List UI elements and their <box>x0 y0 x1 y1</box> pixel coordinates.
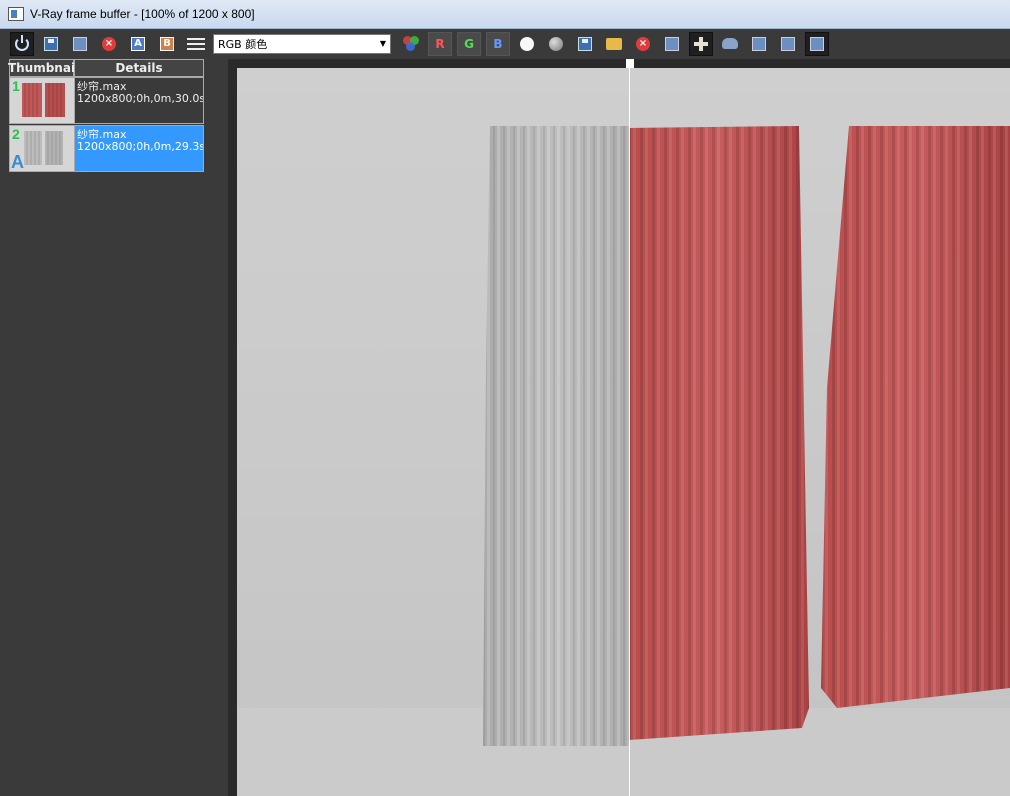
render-teapot-button[interactable] <box>718 32 742 56</box>
toolbar: × A B RGB 颜色 ▼ R G B × <box>0 29 1010 58</box>
red-x-icon: × <box>102 36 116 51</box>
history-details: 纱帘.max 1200x800;0h,0m,30.0s <box>75 78 203 123</box>
blue-channel-button[interactable]: B <box>486 31 510 56</box>
channel-select-value: RGB 颜色 <box>218 37 268 51</box>
power-icon <box>15 34 29 51</box>
curtain-render <box>237 68 1010 796</box>
load-image-button[interactable] <box>68 32 92 56</box>
letter-a-icon: A <box>131 36 145 51</box>
teapot-icon <box>722 38 738 49</box>
history-toggle-button[interactable] <box>805 31 829 56</box>
folder-icon <box>606 37 622 50</box>
save-disk-icon <box>44 36 58 51</box>
history-render-info: 1200x800;0h,0m,29.3s <box>77 140 203 153</box>
gray-sphere-icon <box>549 36 563 51</box>
duplicate-to-max-button[interactable] <box>660 32 684 56</box>
menu-lines-icon <box>187 37 205 50</box>
rendered-image[interactable] <box>237 68 1010 796</box>
history-render-info: 1200x800;0h,0m,30.0s <box>77 92 203 105</box>
load-image-icon <box>73 36 87 51</box>
history-row[interactable]: 2 A 纱帘.max 1200x800;0h,0m,29.3s <box>9 125 204 172</box>
history-thumbnail: 1 <box>10 78 75 123</box>
channel-select[interactable]: RGB 颜色 ▼ <box>213 33 391 54</box>
lens-effects-icon <box>752 36 766 51</box>
compare-a-marker: A <box>11 152 24 172</box>
ab-compare-divider[interactable] <box>629 68 630 796</box>
history-menu-button[interactable] <box>184 32 208 56</box>
render-history-panel: Thumbnai Details 1 纱帘.max 1200x800;0h,0m… <box>8 59 204 172</box>
red-x-icon: × <box>636 36 650 51</box>
lens-effects-button[interactable] <box>747 32 771 56</box>
thumbnail-column-header[interactable]: Thumbnai <box>8 59 75 77</box>
history-row[interactable]: 1 纱帘.max 1200x800;0h,0m,30.0s <box>9 77 204 124</box>
white-circle-icon <box>520 36 534 51</box>
history-index: 2 <box>12 126 20 142</box>
color-channels-button[interactable] <box>399 32 423 56</box>
save-all-button[interactable] <box>573 32 597 56</box>
vray-app-icon <box>8 7 24 21</box>
rgb-circles-icon <box>403 35 419 52</box>
set-b-button[interactable]: B <box>155 32 179 56</box>
history-thumbnail: 2 A <box>10 126 75 172</box>
compare-ab-button[interactable] <box>776 32 800 56</box>
dropdown-arrow-icon: ▼ <box>379 39 386 48</box>
history-icon <box>810 36 824 51</box>
set-a-button[interactable]: A <box>126 32 150 56</box>
green-channel-button[interactable]: G <box>457 31 481 56</box>
save-disk-icon <box>578 36 592 51</box>
ab-compare-icon <box>781 36 795 51</box>
remove-image-button[interactable]: × <box>97 32 121 56</box>
mono-mode-button[interactable] <box>544 32 568 56</box>
power-toggle-button[interactable] <box>10 31 34 56</box>
history-index: 1 <box>12 78 20 94</box>
alpha-channel-button[interactable] <box>515 32 539 56</box>
red-channel-button[interactable]: R <box>428 31 452 56</box>
open-folder-button[interactable] <box>602 32 626 56</box>
details-column-header[interactable]: Details <box>74 59 204 77</box>
history-details: 纱帘.max 1200x800;0h,0m,29.3s <box>75 126 203 171</box>
window-title: V-Ray frame buffer - [100% of 1200 x 800… <box>30 7 255 21</box>
clear-image-button[interactable]: × <box>631 32 655 56</box>
history-header: Thumbnai Details <box>8 59 204 77</box>
cross-cursor-icon <box>694 36 708 51</box>
track-mouse-button[interactable] <box>689 31 713 56</box>
save-image-button[interactable] <box>39 32 63 56</box>
duplicate-icon <box>665 36 679 51</box>
ab-compare-handle[interactable] <box>626 59 634 68</box>
title-bar: V-Ray frame buffer - [100% of 1200 x 800… <box>0 0 1010 29</box>
letter-b-icon: B <box>160 36 174 51</box>
